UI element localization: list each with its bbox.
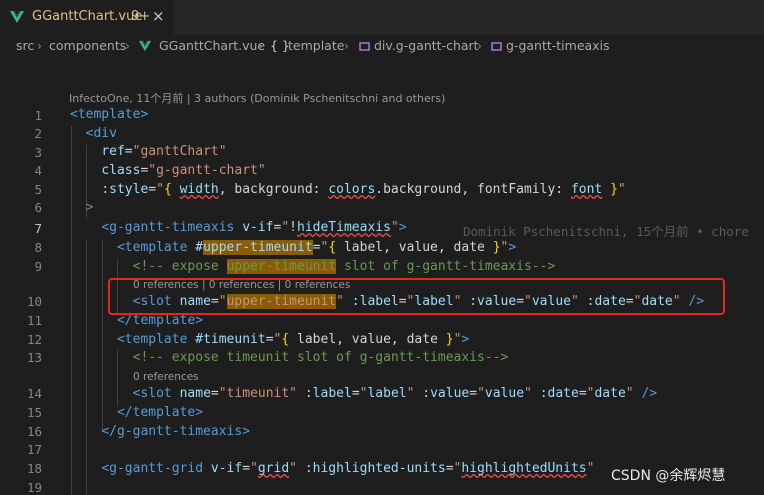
line-number: 6 xyxy=(34,200,42,215)
code-line[interactable]: :style="{ width, background: colors.back… xyxy=(70,182,625,197)
line-number: 11 xyxy=(26,313,42,328)
breadcrumb-timeaxis[interactable]: g-gantt-timeaxis xyxy=(506,38,610,53)
breadcrumb-template[interactable]: template xyxy=(288,38,344,53)
chevron-right-icon: › xyxy=(37,38,42,53)
inline-git-blame: Dominik Pschenitschni, 15个月前 • chore xyxy=(463,224,749,239)
line-number: 10 xyxy=(26,294,42,309)
line-number: 9 xyxy=(34,259,42,274)
chevron-right-icon: › xyxy=(477,38,482,53)
watermark: CSDN @余辉烬慧 xyxy=(611,468,726,484)
code-line[interactable]: <template #upper-timeunit="{ label, valu… xyxy=(70,240,516,255)
code-line[interactable]: <!-- expose upper-timeunit slot of g-gan… xyxy=(70,259,555,274)
line-number: 4 xyxy=(34,163,42,178)
breadcrumb-components[interactable]: components xyxy=(49,38,126,53)
chevron-right-icon: › xyxy=(258,38,263,53)
code-line[interactable]: <slot name="timeunit" :label="label" :va… xyxy=(70,386,657,401)
tab-filename: GGanttChart.vue xyxy=(32,9,143,24)
close-icon[interactable]: × xyxy=(152,7,165,25)
vue-file-icon xyxy=(139,40,151,52)
breadcrumb-src[interactable]: src xyxy=(16,38,34,53)
line-number: 5 xyxy=(34,182,42,197)
code-line[interactable]: > xyxy=(70,200,94,215)
indent-guide xyxy=(86,240,87,495)
breadcrumb-div[interactable]: div.g-gantt-chart xyxy=(374,38,479,53)
code-line[interactable]: </g-gantt-timeaxis> xyxy=(70,424,250,439)
code-line[interactable]: ref="ganttChart" xyxy=(70,144,226,159)
problems-badge: 9+ xyxy=(131,9,151,24)
line-number: 7 xyxy=(34,221,42,236)
highlight-annotation-box xyxy=(108,278,725,315)
code-line[interactable]: <g-gantt-timeaxis v-if="!hideTimeaxis"> xyxy=(70,220,406,235)
line-number: 14 xyxy=(26,386,42,401)
editor-tab[interactable]: GGanttChart.vue 9+ × xyxy=(0,0,175,35)
tab-bar: GGanttChart.vue 9+ × xyxy=(0,0,764,35)
git-blame-codelens[interactable]: InfectoOne, 11个月前 | 3 authors (Dominik P… xyxy=(69,90,445,106)
code-line[interactable]: </template> xyxy=(70,405,203,420)
code-line[interactable]: <g-gantt-grid v-if="grid" :highlighted-u… xyxy=(70,461,594,476)
line-number: 1 xyxy=(34,108,42,123)
symbol-element-icon xyxy=(491,42,502,51)
code-line[interactable]: <!-- expose timeunit slot of g-gantt-tim… xyxy=(70,350,509,365)
breadcrumb-file[interactable]: GGanttChart.vue xyxy=(159,38,265,53)
references-codelens[interactable]: 0 references xyxy=(133,371,199,383)
line-number: 12 xyxy=(26,332,42,347)
code-line[interactable]: <div xyxy=(70,126,117,141)
line-number: 18 xyxy=(26,461,42,476)
code-line[interactable]: </template> xyxy=(70,313,203,328)
line-number: 16 xyxy=(26,424,42,439)
code-line[interactable]: <template #timeunit="{ label, value, dat… xyxy=(70,332,469,347)
code-line[interactable]: class="g-gantt-chart" xyxy=(70,163,265,178)
line-number: 13 xyxy=(26,350,42,365)
code-line[interactable]: <template> xyxy=(70,107,148,122)
line-number: 15 xyxy=(26,405,42,420)
symbol-element-icon xyxy=(359,42,370,51)
breadcrumb: src › components › GGanttChart.vue › { }… xyxy=(0,35,764,57)
line-number: 3 xyxy=(34,145,42,160)
line-number: 8 xyxy=(34,240,42,255)
chevron-right-icon: › xyxy=(344,38,349,53)
line-number: 17 xyxy=(26,442,42,457)
vue-file-icon xyxy=(10,11,24,23)
line-number: 2 xyxy=(34,126,42,141)
chevron-right-icon: › xyxy=(125,38,130,53)
braces-icon: { } xyxy=(270,38,290,53)
line-number: 19 xyxy=(26,480,42,495)
